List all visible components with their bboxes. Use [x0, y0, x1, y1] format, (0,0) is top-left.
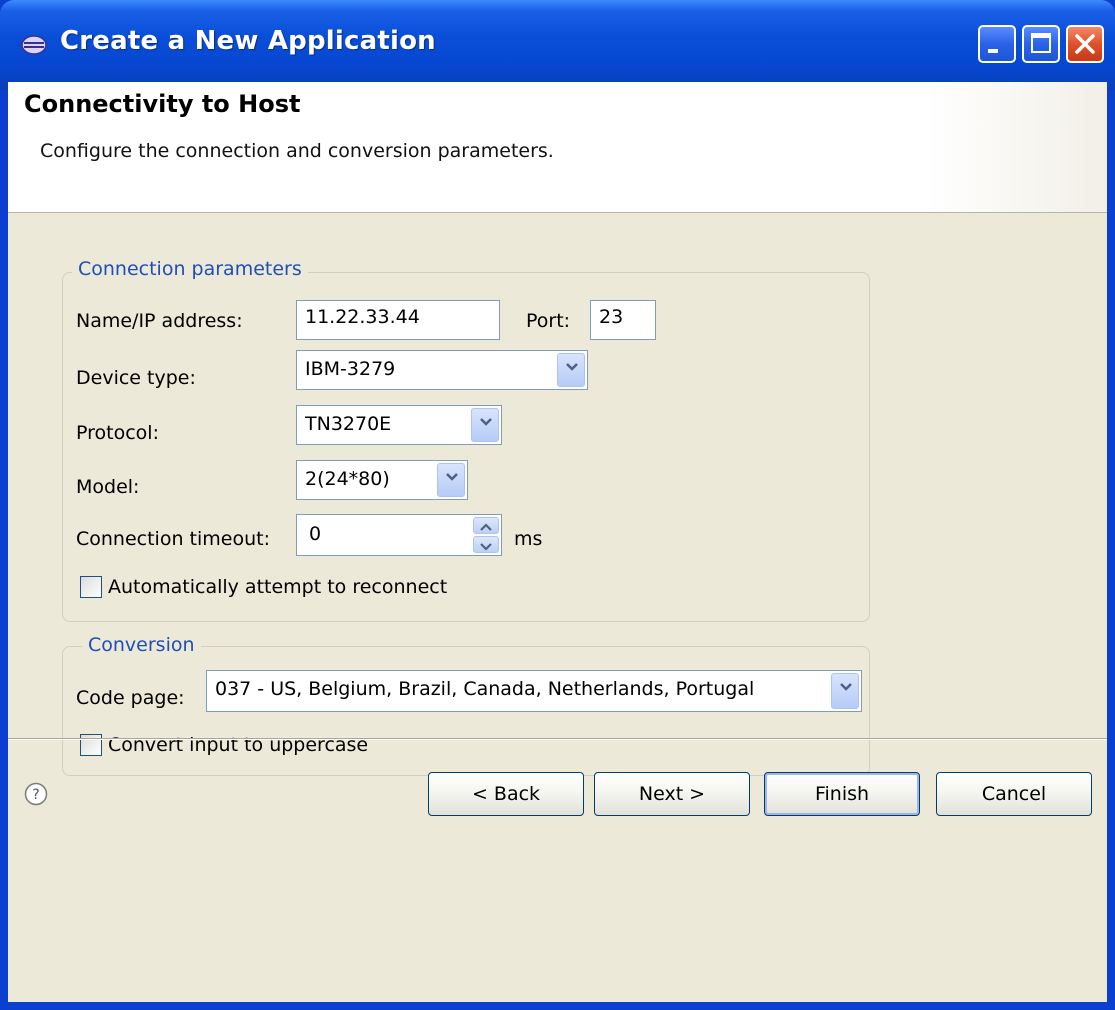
protocol-select[interactable]: TN3270E: [296, 405, 502, 445]
connection-timeout-value: 0: [309, 523, 322, 545]
port-label: Port:: [526, 310, 571, 332]
next-button[interactable]: Next >: [594, 772, 750, 816]
window-title: Create a New Application: [60, 26, 436, 56]
back-button[interactable]: < Back: [428, 772, 584, 816]
protocol-label: Protocol:: [76, 422, 159, 444]
close-icon: [1075, 34, 1095, 54]
chevron-down-icon: [480, 543, 492, 551]
protocol-value: TN3270E: [305, 413, 392, 435]
spinner-up-button[interactable]: [473, 517, 499, 534]
device-type-label: Device type:: [76, 367, 196, 389]
code-page-label: Code page:: [76, 687, 185, 709]
dialog-window: Create a New Application Connectivity to…: [0, 0, 1115, 1010]
page-description: Configure the connection and conversion …: [40, 140, 554, 162]
device-type-dropdown-button[interactable]: [557, 353, 585, 387]
connection-timeout-spinner[interactable]: 0: [296, 514, 502, 556]
chevron-down-icon: [480, 418, 492, 426]
model-value: 2(24*80): [305, 468, 390, 490]
help-icon[interactable]: ?: [24, 782, 48, 806]
reconnect-checkbox[interactable]: [80, 576, 102, 598]
cancel-button[interactable]: Cancel: [936, 772, 1092, 816]
minimize-icon: [988, 49, 998, 53]
device-type-value: IBM-3279: [305, 358, 396, 380]
device-type-select[interactable]: IBM-3279: [296, 350, 588, 390]
chevron-up-icon: [480, 523, 492, 531]
model-dropdown-button[interactable]: [437, 463, 465, 497]
conversion-legend: Conversion: [82, 634, 201, 656]
page-title: Connectivity to Host: [24, 90, 301, 118]
maximize-icon: [1031, 33, 1051, 53]
chevron-down-icon: [566, 363, 578, 371]
spinner-down-button[interactable]: [473, 536, 499, 553]
svg-text:?: ?: [32, 787, 39, 803]
code-page-value: 037 - US, Belgium, Brazil, Canada, Nethe…: [215, 678, 755, 700]
code-page-select[interactable]: 037 - US, Belgium, Brazil, Canada, Nethe…: [206, 670, 862, 712]
title-bar[interactable]: Create a New Application: [0, 0, 1115, 90]
connection-parameters-legend: Connection parameters: [72, 258, 308, 280]
name-ip-label: Name/IP address:: [76, 310, 243, 332]
name-ip-input[interactable]: 11.22.33.44: [296, 300, 500, 340]
footer-separator: [8, 738, 1107, 740]
close-button[interactable]: [1066, 25, 1104, 63]
model-label: Model:: [76, 476, 140, 498]
chevron-down-icon: [446, 473, 458, 481]
reconnect-label[interactable]: Automatically attempt to reconnect: [108, 576, 447, 598]
timeout-unit-label: ms: [514, 528, 543, 550]
protocol-dropdown-button[interactable]: [471, 408, 499, 442]
maximize-button[interactable]: [1022, 25, 1060, 63]
header-banner: Connectivity to Host Configure the conne…: [8, 82, 1107, 213]
model-select[interactable]: 2(24*80): [296, 460, 468, 500]
dialog-body: Connectivity to Host Configure the conne…: [8, 82, 1107, 1002]
code-page-dropdown-button[interactable]: [831, 673, 859, 709]
chevron-down-icon: [840, 683, 852, 691]
finish-button[interactable]: Finish: [764, 772, 920, 816]
port-input[interactable]: 23: [590, 300, 656, 340]
timeout-spinner-buttons: [473, 517, 499, 553]
app-icon: [21, 35, 47, 55]
minimize-button[interactable]: [978, 25, 1016, 63]
connection-timeout-label: Connection timeout:: [76, 528, 270, 550]
